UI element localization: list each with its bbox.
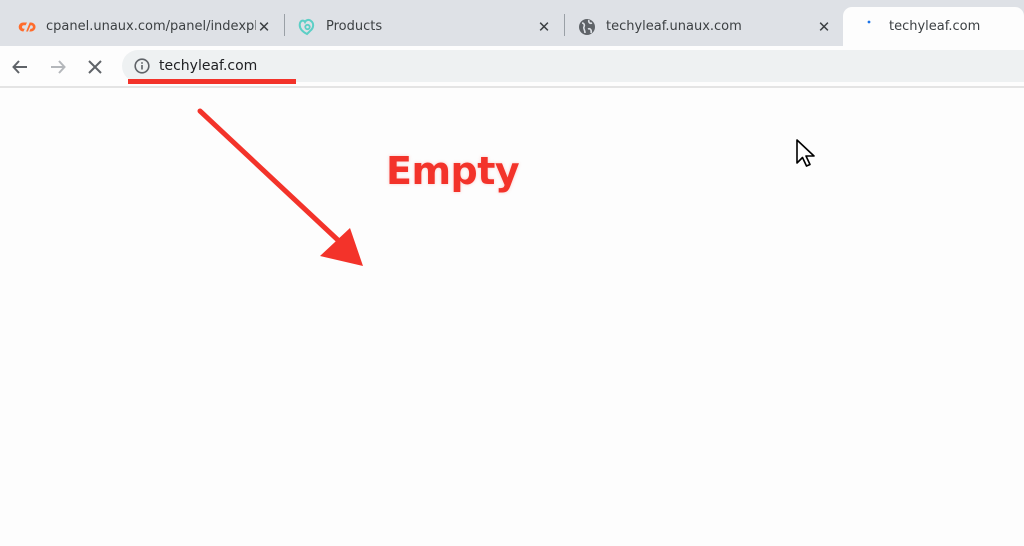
tab-title: cpanel.unaux.com/panel/indexpl [46, 19, 256, 34]
forward-button[interactable] [45, 54, 71, 80]
mouse-cursor-icon [796, 139, 815, 167]
close-tab-icon[interactable]: ✕ [256, 18, 272, 36]
close-tab-icon[interactable]: ✕ [816, 18, 832, 36]
tab-title: techyleaf.unaux.com [606, 19, 742, 34]
tab-strip: cpanel.unaux.com/panel/indexpl ✕ Product… [0, 0, 1024, 46]
tab-separator [564, 14, 565, 36]
address-bar[interactable]: techyleaf.com [122, 50, 1024, 82]
arrow-right-icon [51, 60, 66, 74]
stop-loading-button[interactable] [82, 54, 108, 80]
tab-title: techyleaf.com [889, 19, 981, 34]
close-tab-icon[interactable]: ✕ [536, 18, 552, 36]
tab-separator [284, 14, 285, 36]
arrow-left-icon [12, 60, 27, 74]
tab-techyleaf-active[interactable]: techyleaf.com [843, 7, 1024, 46]
tab-products[interactable]: Products ✕ [288, 7, 558, 46]
url-text: techyleaf.com [159, 58, 258, 74]
back-button[interactable] [7, 54, 33, 80]
globe-icon [578, 18, 596, 36]
tab-title: Products [326, 19, 383, 34]
cpanel-icon [18, 18, 36, 36]
products-logo-icon [298, 18, 316, 36]
annotation-arrow [197, 108, 363, 266]
stop-loading-icon [88, 60, 102, 74]
loading-spinner-icon [861, 18, 879, 36]
tab-cpanel[interactable]: cpanel.unaux.com/panel/indexpl ✕ [8, 7, 278, 46]
tab-techyleaf-unaux[interactable]: techyleaf.unaux.com ✕ [568, 7, 838, 46]
info-icon[interactable] [134, 58, 150, 74]
annotation-label: Empty [386, 149, 520, 193]
annotation-underline [128, 79, 296, 84]
